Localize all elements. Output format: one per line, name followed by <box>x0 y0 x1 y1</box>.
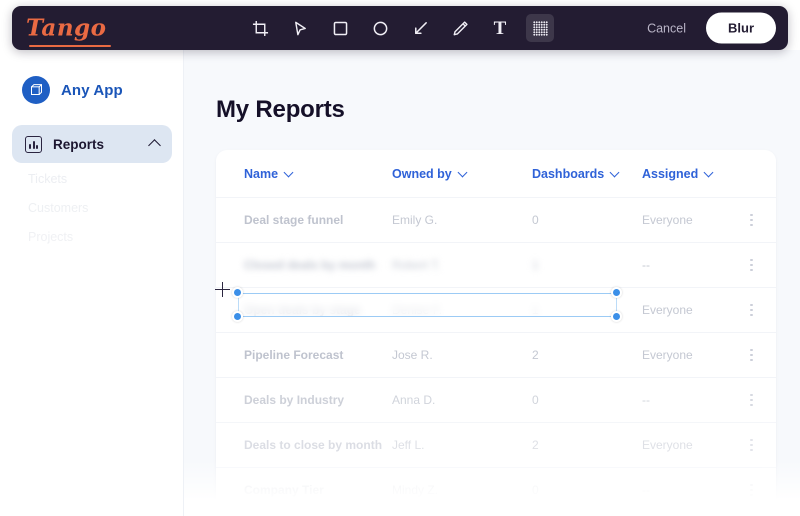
column-header-owned-by-label: Owned by <box>392 166 452 181</box>
resize-handle-bottom-right[interactable] <box>611 311 622 322</box>
screenshot-canvas: Any App Reports Tickets Customers Projec… <box>0 50 800 516</box>
table-row[interactable]: Company Tier Mindy Z. 0 -- <box>216 468 776 513</box>
chevron-down-icon <box>609 167 620 177</box>
cell-assigned: -- <box>642 258 650 272</box>
column-header-assigned[interactable]: Assigned <box>642 166 714 181</box>
sidebar-item-projects[interactable]: Projects <box>28 230 73 244</box>
cell-assigned: Everyone <box>642 348 693 362</box>
circle-icon[interactable] <box>366 14 394 42</box>
row-menu-icon[interactable] <box>750 348 753 362</box>
blur-confirm-button[interactable]: Blur <box>706 12 776 44</box>
row-menu-icon[interactable] <box>750 393 753 407</box>
text-icon-glyph: T <box>493 17 507 39</box>
cell-dashboards: 0 <box>532 393 539 407</box>
sidebar-item-customers[interactable]: Customers <box>28 201 88 215</box>
row-menu-icon[interactable] <box>750 483 753 497</box>
cell-owner: Jose R. <box>392 348 433 362</box>
column-header-dashboards-label: Dashboards <box>532 166 605 181</box>
square-icon[interactable] <box>326 14 354 42</box>
blur-icon[interactable] <box>526 14 554 42</box>
cell-owner: Emily G. <box>392 213 438 227</box>
table-row[interactable]: Deal stage funnel Emily G. 0 Everyone <box>216 198 776 243</box>
cell-name: Deals to close by month <box>244 438 383 452</box>
cell-name: Closed deals by month <box>244 258 376 272</box>
crop-icon[interactable] <box>246 14 274 42</box>
toolbar-actions: Cancel Blur <box>641 12 776 44</box>
app-name-label: Any App <box>61 81 123 99</box>
table-header-row: Name Owned by Dashboards Assigned <box>216 150 776 198</box>
column-header-assigned-label: Assigned <box>642 166 699 181</box>
cell-name: Deals by Industry <box>244 393 345 407</box>
cancel-button[interactable]: Cancel <box>641 17 692 39</box>
cell-name: Pipeline Forecast <box>244 348 344 362</box>
cell-owner: Mindy Z. <box>392 483 439 497</box>
chevron-up-icon <box>148 139 161 152</box>
main-content: My Reports Name Owned by Dashboards Assi… <box>184 50 800 516</box>
reports-table-card: Name Owned by Dashboards Assigned Deal s… <box>216 150 776 516</box>
cell-name: Company Tier <box>244 483 324 497</box>
cell-owner: Jeff L. <box>392 438 425 452</box>
cell-assigned: Everyone <box>642 213 693 227</box>
tango-logo: Tango <box>26 14 107 42</box>
row-menu-icon[interactable] <box>750 303 753 317</box>
table-row[interactable]: Pipeline Forecast Jose R. 2 Everyone <box>216 333 776 378</box>
table-row[interactable]: Deals by Industry Anna D. 0 -- <box>216 378 776 423</box>
cell-assigned: -- <box>642 483 650 497</box>
chevron-down-icon <box>283 167 294 177</box>
cell-assigned: Everyone <box>642 438 693 452</box>
cell-name: Deal stage funnel <box>244 213 344 227</box>
arrow-icon[interactable] <box>406 14 434 42</box>
cell-dashboards: 1 <box>532 258 539 272</box>
chevron-down-icon <box>457 167 468 177</box>
cell-assigned: -- <box>642 393 650 407</box>
row-menu-icon[interactable] <box>750 438 753 452</box>
bar-chart-icon <box>25 135 42 153</box>
table-row[interactable]: Closed deals by month Robert T. 1 -- <box>216 243 776 288</box>
cell-dashboards: 0 <box>532 213 539 227</box>
editor-toolbar: Tango T Cancel Blur <box>12 6 788 50</box>
blur-icon-grid <box>532 20 548 36</box>
column-header-dashboards[interactable]: Dashboards <box>532 166 620 181</box>
cell-assigned: Everyone <box>642 303 693 317</box>
pencil-icon[interactable] <box>446 14 474 42</box>
cell-owner: Anna D. <box>392 393 436 407</box>
resize-handle-bottom-left[interactable] <box>232 311 243 322</box>
cursor-icon[interactable] <box>286 14 314 42</box>
column-header-owned-by[interactable]: Owned by <box>392 166 468 181</box>
sidebar-item-tickets[interactable]: Tickets <box>28 172 67 186</box>
sidebar-item-reports-label: Reports <box>53 136 105 152</box>
cell-dashboards: 0 <box>532 483 539 497</box>
resize-handle-top-left[interactable] <box>232 287 243 298</box>
page-title: My Reports <box>216 96 345 123</box>
crosshair-cursor-icon <box>215 282 230 297</box>
column-header-name[interactable]: Name <box>244 166 294 181</box>
row-menu-icon[interactable] <box>750 258 753 272</box>
app-sidebar: Any App Reports Tickets Customers Projec… <box>0 50 184 516</box>
cell-dashboards: 2 <box>532 348 539 362</box>
column-header-name-label: Name <box>244 166 279 181</box>
cell-dashboards: 2 <box>532 438 539 452</box>
app-logo-row[interactable]: Any App <box>22 76 123 104</box>
tango-logo-underline <box>29 45 111 47</box>
table-row[interactable]: Deals to close by month Jeff L. 2 Everyo… <box>216 423 776 468</box>
row-menu-icon[interactable] <box>750 213 753 227</box>
tango-screenshot-editor: Tango T Cancel Blur Any App Reports Tick… <box>0 0 800 516</box>
cell-owner: Robert T. <box>392 258 441 272</box>
text-icon[interactable]: T <box>486 14 514 42</box>
sidebar-item-reports[interactable]: Reports <box>12 125 172 163</box>
blur-selection-region[interactable] <box>238 293 617 317</box>
chevron-down-icon <box>703 167 714 177</box>
cube-icon <box>22 76 50 104</box>
resize-handle-top-right[interactable] <box>611 287 622 298</box>
tool-group: T <box>246 6 554 50</box>
